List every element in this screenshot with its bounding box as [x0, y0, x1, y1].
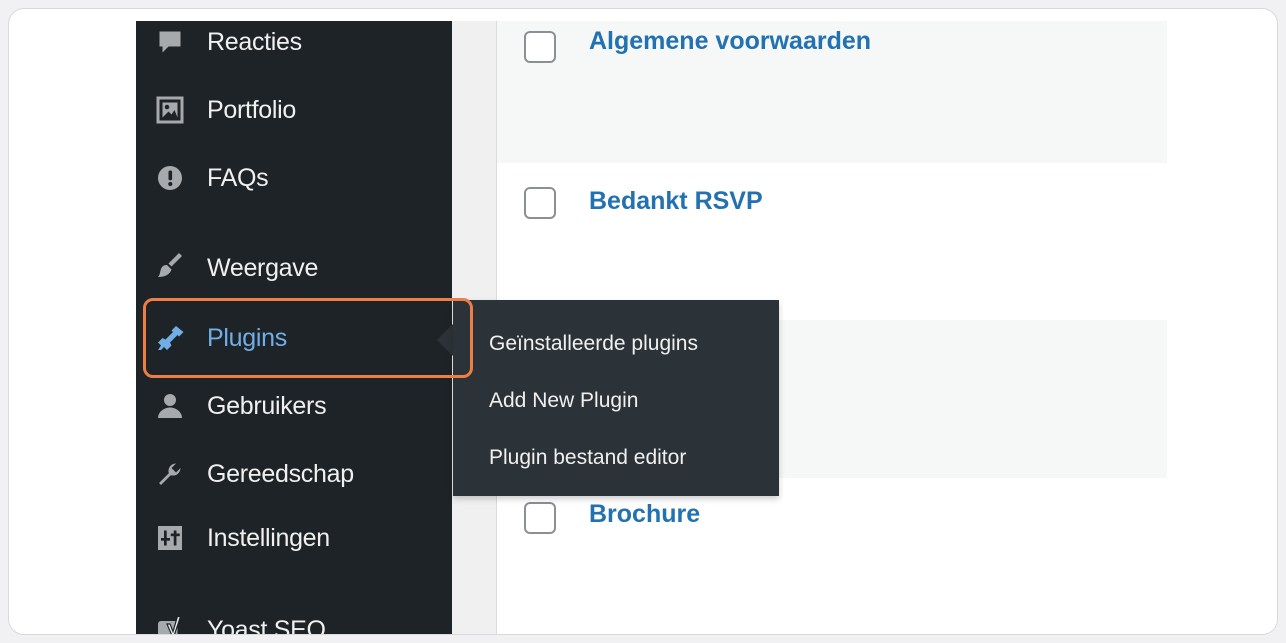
admin-sidebar: Reacties Portfolio FAQs Weergave Plugins… [136, 21, 452, 635]
sidebar-item-gebruikers[interactable]: Gebruikers [136, 377, 452, 435]
submenu-add-new-plugin[interactable]: Add New Plugin [453, 379, 779, 436]
sidebar-item-label: FAQs [207, 163, 269, 192]
table-row: Algemene voorwaarden [497, 21, 1167, 163]
sidebar-item-plugins[interactable]: Plugins [136, 309, 452, 367]
table-row: Brochure [497, 478, 1167, 634]
content-right-area [1167, 21, 1277, 634]
sidebar-item-label: Instellingen [207, 523, 330, 552]
wp-admin-view: Reacties Portfolio FAQs Weergave Plugins… [136, 21, 1277, 635]
submenu-installed-plugins[interactable]: Geïnstalleerde plugins [453, 322, 779, 379]
page-title-link[interactable]: Brochure [589, 500, 700, 529]
alert-icon [146, 154, 194, 202]
row-checkbox[interactable] [524, 31, 556, 63]
settings-icon [146, 514, 194, 562]
sidebar-item-weergave[interactable]: Weergave [136, 239, 452, 297]
sidebar-item-faqs[interactable]: FAQs [136, 149, 452, 207]
submenu-plugin-file-editor[interactable]: Plugin bestand editor [453, 436, 779, 493]
page-title-link[interactable]: Bedankt RSVP [589, 187, 763, 216]
plugin-icon [146, 314, 194, 362]
comment-icon [146, 21, 194, 66]
sidebar-item-label: Portfolio [207, 95, 297, 124]
sidebar-item-gereedschap[interactable]: Gereedschap [136, 445, 452, 503]
sidebar-item-instellingen[interactable]: Instellingen [136, 509, 452, 567]
sidebar-item-reacties[interactable]: Reacties [136, 21, 452, 71]
portfolio-icon [146, 86, 194, 134]
sidebar-item-label: Gereedschap [207, 459, 354, 488]
row-checkbox[interactable] [524, 187, 556, 219]
table-row: Bedankt RSVP [497, 163, 1167, 320]
wrench-icon [146, 450, 194, 498]
sidebar-item-label: Weergave [207, 253, 319, 282]
plugins-submenu: Geïnstalleerde plugins Add New Plugin Pl… [453, 300, 779, 496]
yoast-icon [146, 606, 194, 634]
sidebar-item-yoast-seo[interactable]: Yoast SEO [136, 601, 452, 635]
page-title-link[interactable]: Algemene voorwaarden [589, 27, 871, 56]
user-icon [146, 382, 194, 430]
screenshot-frame: Reacties Portfolio FAQs Weergave Plugins… [8, 8, 1278, 635]
sidebar-item-portfolio[interactable]: Portfolio [136, 81, 452, 139]
sidebar-item-label: Gebruikers [207, 391, 327, 420]
sidebar-item-label: Plugins [207, 323, 287, 352]
row-checkbox[interactable] [524, 502, 556, 534]
sidebar-item-label: Yoast SEO [207, 615, 326, 635]
sidebar-item-label: Reacties [207, 27, 302, 56]
brush-icon [146, 244, 194, 292]
